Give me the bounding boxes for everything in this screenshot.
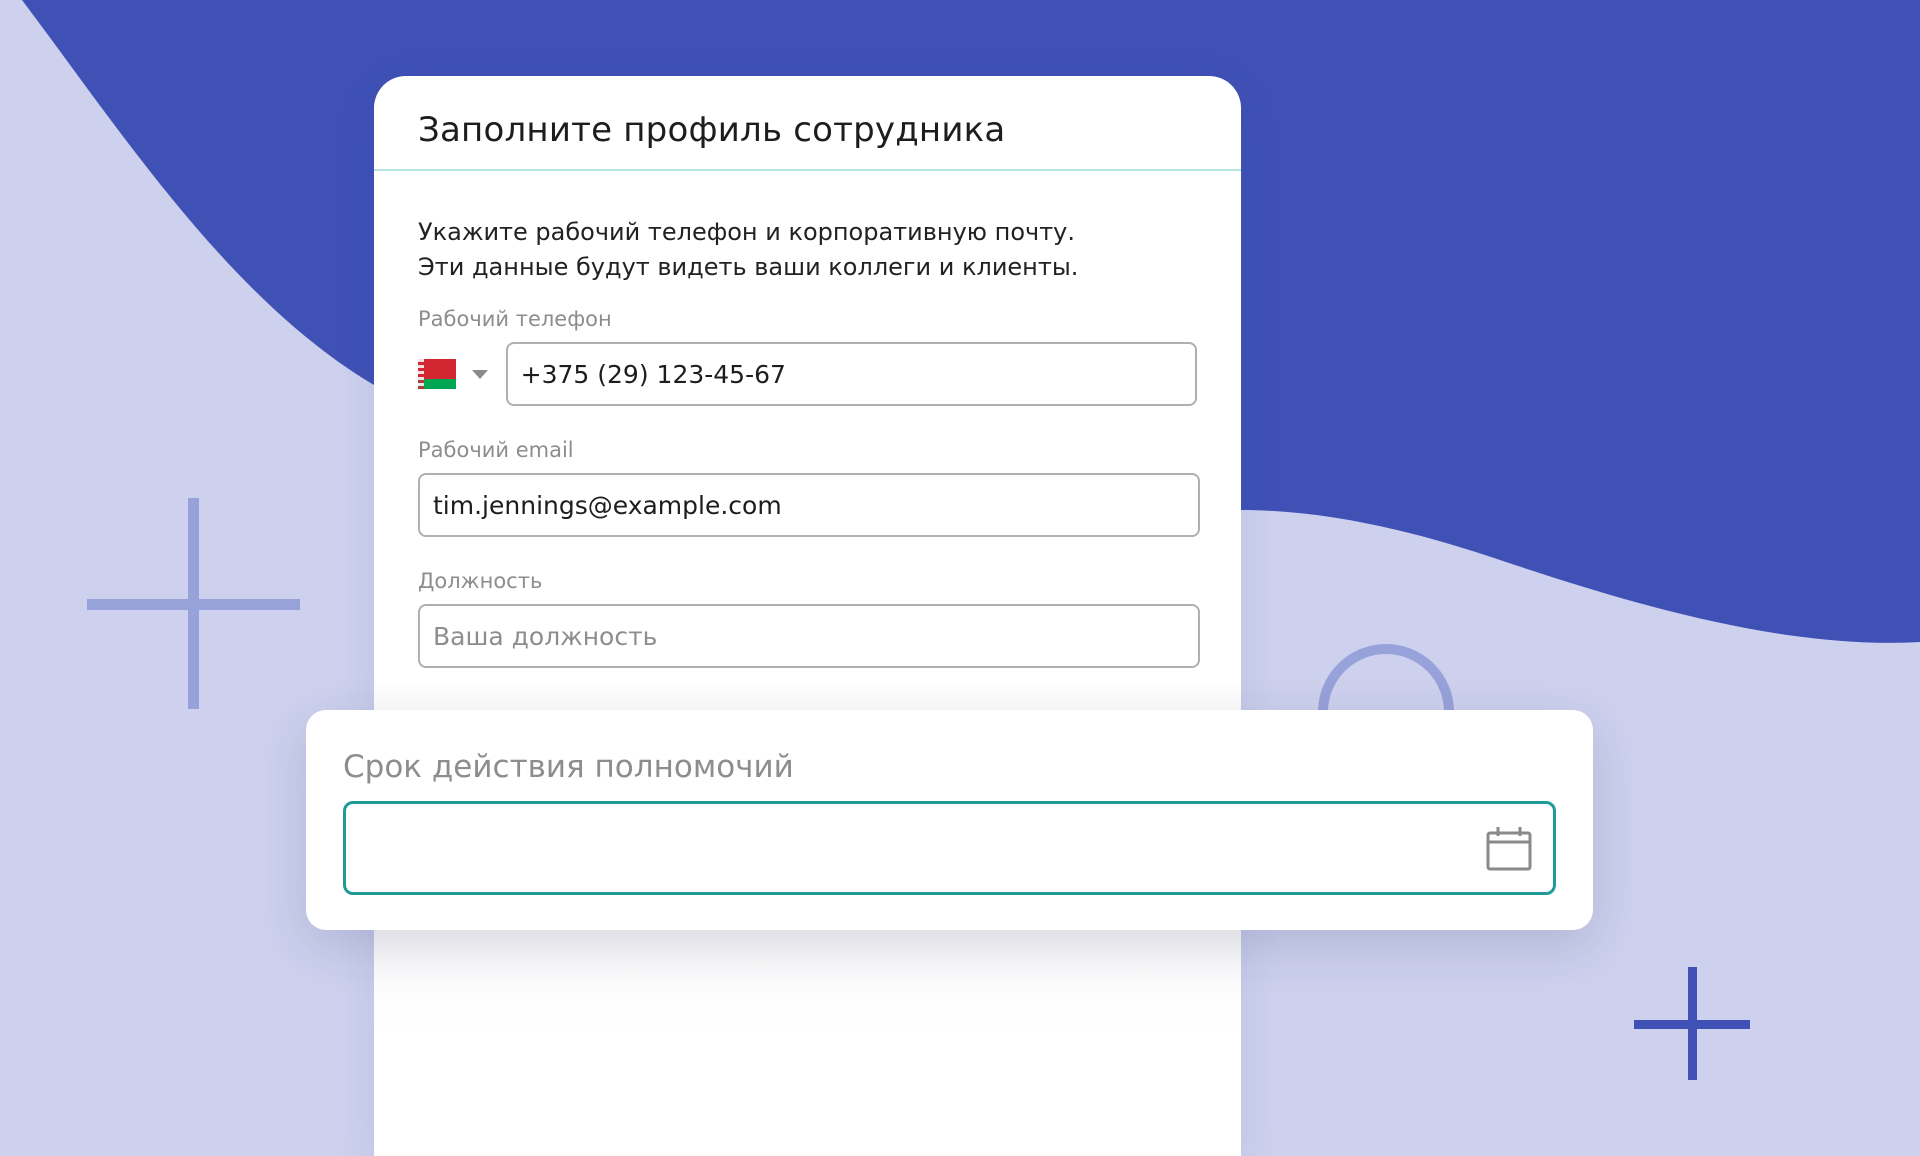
plus-decoration-left bbox=[87, 498, 300, 709]
position-field-group: Должность Ваша должность bbox=[418, 569, 1200, 668]
intro-line-1: Укажите рабочий телефон и корпоративную … bbox=[418, 218, 1075, 246]
position-input[interactable]: Ваша должность bbox=[418, 604, 1200, 668]
authority-period-popup: Срок действия полномочий bbox=[306, 710, 1593, 930]
calendar-icon[interactable] bbox=[1485, 825, 1533, 873]
page-title: Заполните профиль сотрудника bbox=[418, 110, 1006, 150]
phone-row: +375 (29) 123-45-67 bbox=[418, 342, 1197, 406]
email-field-group: Рабочий email tim.jennings@example.com bbox=[418, 438, 1200, 537]
profile-card: Заполните профиль сотрудника Укажите раб… bbox=[374, 76, 1241, 1156]
phone-input[interactable]: +375 (29) 123-45-67 bbox=[505, 342, 1197, 406]
intro-line-2: Эти данные будут видеть ваши коллеги и к… bbox=[418, 253, 1079, 281]
card-header: Заполните профиль сотрудника bbox=[374, 76, 1241, 171]
position-label: Должность bbox=[418, 569, 543, 593]
authority-period-date-input[interactable] bbox=[343, 801, 1556, 895]
plus-decoration-bottom-right bbox=[1634, 967, 1750, 1080]
email-input[interactable]: tim.jennings@example.com bbox=[418, 473, 1200, 537]
chevron-down-icon bbox=[472, 369, 488, 379]
phone-label: Рабочий телефон bbox=[418, 307, 612, 331]
phone-field-group: Рабочий телефон +375 (29) 123-45-67 bbox=[418, 309, 1197, 406]
intro-text: Укажите рабочий телефон и корпоративную … bbox=[418, 215, 1197, 285]
country-code-select[interactable] bbox=[418, 342, 506, 406]
authority-period-label: Срок действия полномочий bbox=[343, 749, 794, 785]
card-body: Укажите рабочий телефон и корпоративную … bbox=[374, 171, 1241, 668]
email-label: Рабочий email bbox=[418, 438, 574, 462]
belarus-flag-icon bbox=[418, 359, 456, 389]
